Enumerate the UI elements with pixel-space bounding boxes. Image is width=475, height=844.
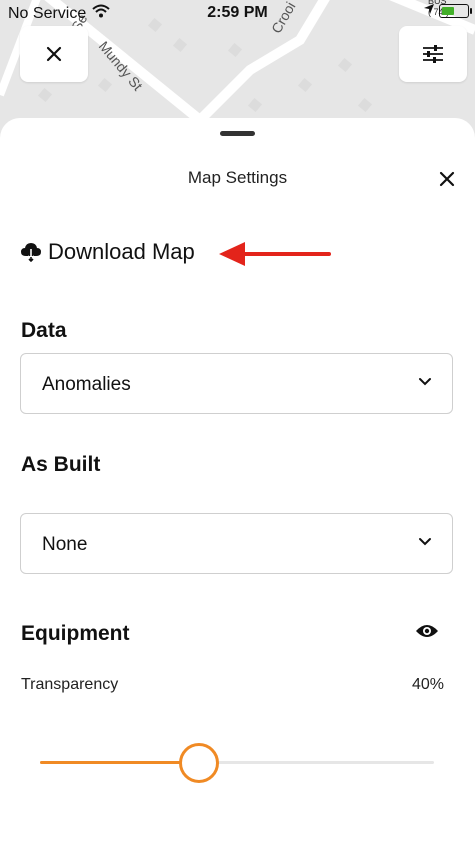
data-section-title: Data xyxy=(21,319,67,342)
eye-icon xyxy=(416,625,438,637)
as-built-select-value: None xyxy=(42,534,88,555)
download-map-label: Download Map xyxy=(48,239,195,264)
equipment-section-title: Equipment xyxy=(21,622,130,645)
close-icon xyxy=(46,46,62,62)
filter-sliders-icon xyxy=(423,45,443,63)
sheet-title: Map Settings xyxy=(187,168,288,187)
slider-thumb[interactable] xyxy=(179,743,219,783)
equipment-visibility-toggle[interactable] xyxy=(415,623,439,644)
slider-fill xyxy=(40,761,198,764)
close-icon xyxy=(439,171,455,187)
data-select[interactable]: Anomalies xyxy=(20,353,453,414)
transparency-value: 40% xyxy=(411,676,444,693)
status-time: 2:59 PM xyxy=(207,4,268,21)
transparency-label: Transparency xyxy=(21,676,119,693)
transparency-slider[interactable] xyxy=(40,743,434,783)
annotation-arrow-icon xyxy=(219,242,331,266)
cloud-download-icon xyxy=(21,243,41,262)
sheet-drag-handle[interactable] xyxy=(220,131,255,136)
as-built-section-title: As Built xyxy=(21,453,101,476)
location-arrow-icon xyxy=(423,2,435,20)
map-close-button[interactable] xyxy=(20,26,88,82)
sheet-close-button[interactable] xyxy=(436,168,458,190)
data-select-value: Anomalies xyxy=(42,374,131,395)
chevron-down-icon xyxy=(419,378,431,386)
status-bar: No Service 2:59 PM xyxy=(0,0,475,28)
map-filter-button[interactable] xyxy=(399,26,467,82)
battery-icon xyxy=(439,4,472,18)
as-built-select[interactable]: None xyxy=(20,513,453,574)
chevron-down-icon xyxy=(419,538,431,546)
download-map-button[interactable]: Download Map xyxy=(20,239,195,265)
map-settings-sheet: Map Settings Download Map Data Anomalies… xyxy=(0,118,475,844)
